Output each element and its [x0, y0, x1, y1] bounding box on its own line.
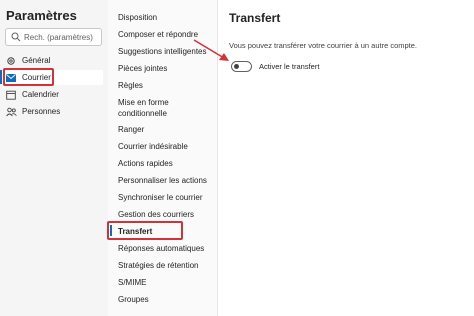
submenu-item-groups[interactable]: Groupes	[118, 294, 149, 305]
calendar-icon	[5, 89, 17, 101]
forwarding-highlight-box	[107, 221, 183, 240]
section-title: Transfert	[229, 11, 281, 25]
nav-item-label: Général	[22, 56, 51, 65]
nav-item-general[interactable]: Général	[5, 53, 103, 68]
mail-settings-submenu: Disposition Composer et répondre Suggest…	[108, 0, 218, 316]
mail-highlight-box	[3, 68, 54, 86]
settings-nav-pane: Paramètres Général Courrier Calendrier P…	[0, 0, 108, 316]
submenu-item-smime[interactable]: S/MIME	[118, 277, 146, 288]
search-input[interactable]	[24, 30, 100, 44]
nav-item-label: Personnes	[22, 107, 61, 116]
submenu-item-rules[interactable]: Règles	[118, 80, 143, 91]
gear-icon	[5, 55, 17, 67]
toggle-label: Activer le transfert	[259, 62, 320, 71]
submenu-item-message-handling[interactable]: Gestion des courriers	[118, 209, 194, 220]
submenu-item-customize-actions[interactable]: Personnaliser les actions	[118, 175, 207, 186]
submenu-item-auto-replies[interactable]: Réponses automatiques	[118, 243, 204, 254]
submenu-item-retention[interactable]: Stratégies de rétention	[118, 260, 199, 271]
submenu-item-compose[interactable]: Composer et répondre	[118, 29, 198, 40]
enable-forwarding-toggle[interactable]	[231, 61, 252, 72]
page-title: Paramètres	[6, 8, 77, 23]
submenu-item-disposition[interactable]: Disposition	[118, 12, 157, 23]
submenu-item-suggestions[interactable]: Suggestions intelligentes	[118, 46, 207, 57]
forwarding-description: Vous pouvez transférer votre courrier à …	[229, 41, 418, 50]
submenu-item-junk[interactable]: Courrier indésirable	[118, 141, 188, 152]
selected-indicator	[0, 70, 2, 84]
search-field[interactable]	[5, 28, 102, 46]
nav-item-calendar[interactable]: Calendrier	[5, 87, 103, 102]
submenu-item-sweep[interactable]: Ranger	[118, 124, 144, 135]
nav-item-label: Calendrier	[22, 90, 59, 99]
submenu-item-sync[interactable]: Synchroniser le courrier	[118, 192, 202, 203]
submenu-item-quick-actions[interactable]: Actions rapides	[118, 158, 173, 169]
search-icon	[11, 32, 21, 42]
people-icon	[5, 106, 17, 118]
submenu-item-attachments[interactable]: Pièces jointes	[118, 63, 167, 74]
nav-item-people[interactable]: Personnes	[5, 104, 103, 119]
toggle-knob	[234, 64, 239, 69]
submenu-item-conditional-formatting[interactable]: Mise en forme conditionnelle	[118, 97, 208, 119]
forwarding-panel: Transfert Vous pouvez transférer votre c…	[218, 0, 474, 316]
